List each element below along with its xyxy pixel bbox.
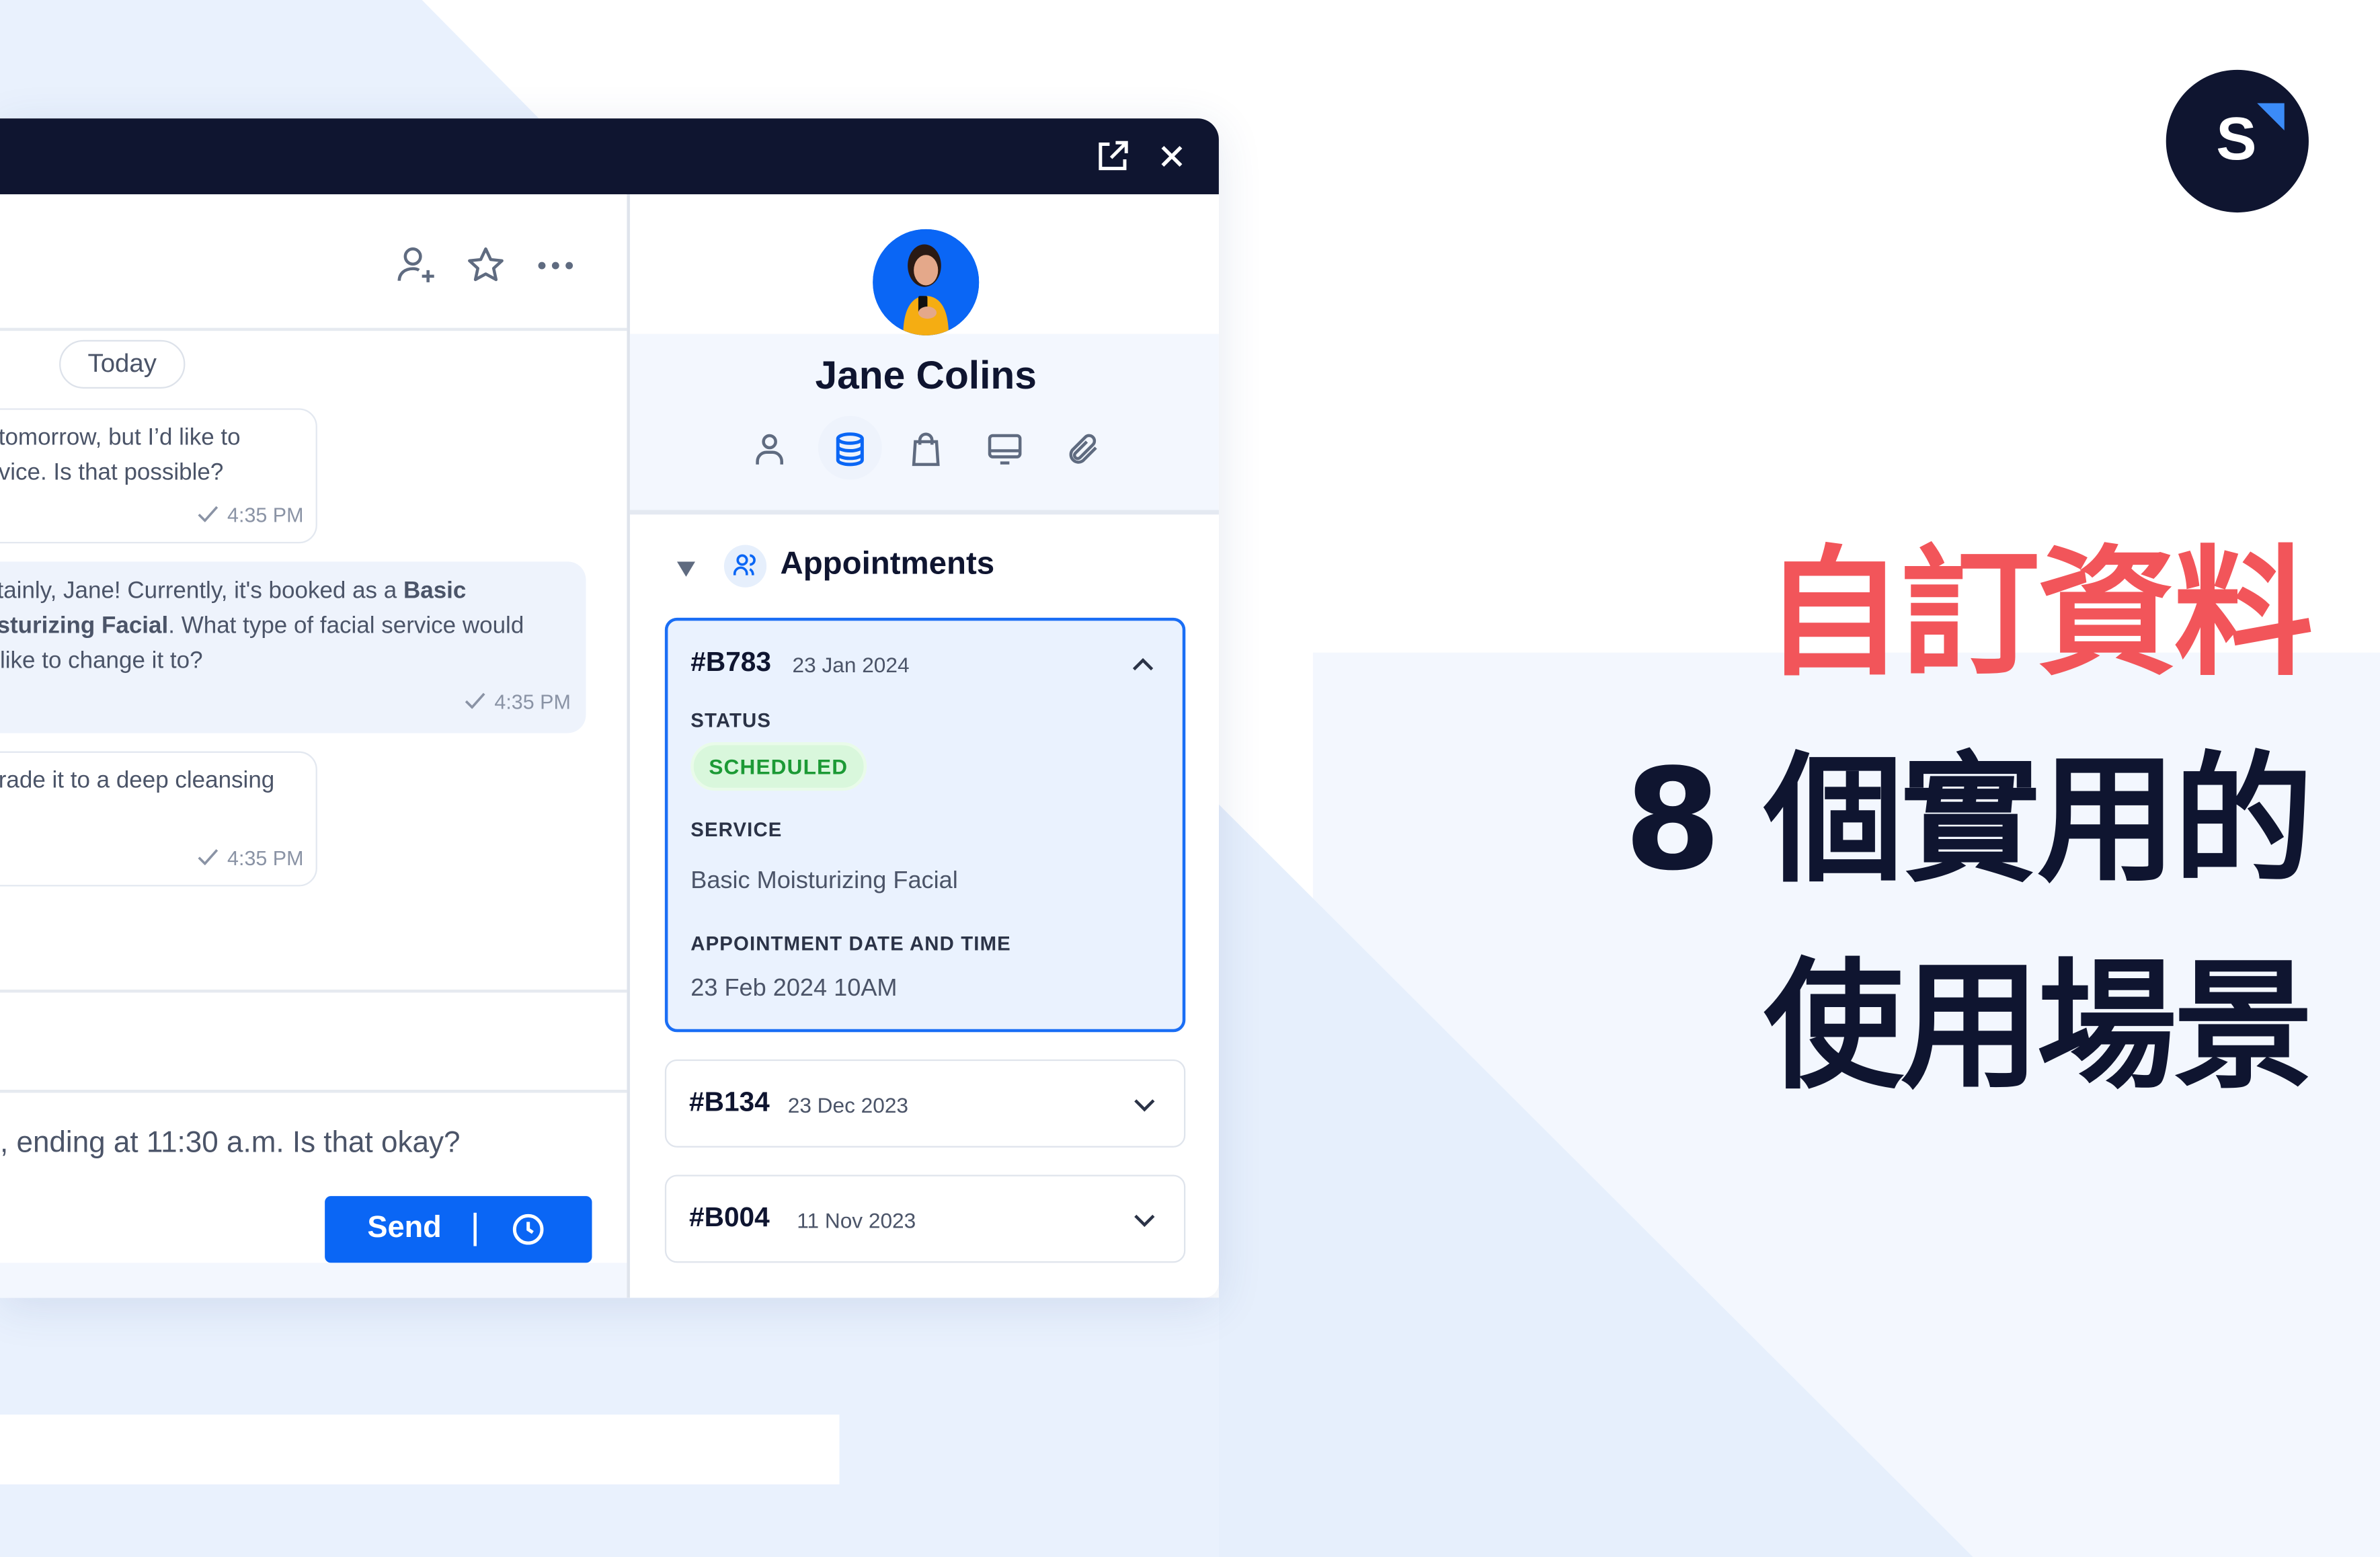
monitor-icon[interactable] bbox=[987, 431, 1023, 467]
avatar bbox=[873, 229, 980, 335]
appointment-date: 23 Dec 2023 bbox=[787, 1092, 909, 1117]
headline-line2: 8 個實用的 bbox=[1624, 739, 2313, 902]
divider bbox=[629, 510, 1219, 515]
appointment-date: 11 Nov 2023 bbox=[797, 1208, 916, 1233]
appointment-card[interactable]: #B004 11 Nov 2023 bbox=[664, 1174, 1186, 1263]
collapse-triangle-icon[interactable] bbox=[676, 561, 696, 577]
logo-letter: S bbox=[2216, 106, 2257, 173]
appointment-date: 23 Jan 2024 bbox=[792, 652, 910, 677]
appointment-id: #B134 bbox=[688, 1086, 770, 1117]
composer-input[interactable]: , ending at 11:30 a.m. Is that okay? bbox=[0, 1126, 460, 1161]
paperclip-icon[interactable] bbox=[1066, 431, 1102, 467]
message-text: vice. Is that possible? bbox=[0, 460, 224, 486]
more-icon[interactable] bbox=[534, 244, 577, 286]
message-bubble: rade it to a deep cleansing 4:35 PM bbox=[0, 751, 317, 887]
message-time: 4:35 PM bbox=[197, 498, 304, 533]
message-bubble: tomorrow, but I’d like to vice. Is that … bbox=[0, 408, 317, 544]
button-separator bbox=[473, 1212, 477, 1246]
star-icon[interactable] bbox=[465, 244, 507, 286]
message-time: 4:35 PM bbox=[464, 684, 571, 719]
appointments-title: Appointments bbox=[780, 546, 995, 582]
chevron-up-icon[interactable] bbox=[1131, 653, 1155, 677]
message-text: rade it to a deep cleansing bbox=[0, 768, 275, 794]
status-badge: SCHEDULED bbox=[690, 742, 867, 791]
message-bubble: tainly, Jane! Currently, it's booked as … bbox=[0, 561, 586, 733]
appointment-card-expanded[interactable]: #B783 23 Jan 2024 STATUS SCHEDULED SERVI… bbox=[664, 617, 1186, 1033]
appointments-icon-wrap bbox=[723, 545, 767, 588]
logo-triangle bbox=[2257, 103, 2285, 131]
headline-line3: 使用場景 bbox=[1763, 945, 2313, 1109]
users-icon bbox=[733, 554, 756, 575]
brand-logo: S bbox=[2166, 69, 2309, 213]
person-icon[interactable] bbox=[752, 431, 788, 467]
message-time: 4:35 PM bbox=[197, 841, 304, 876]
conversation-panel: Today tomorrow, but I’d like to vice. Is… bbox=[0, 194, 627, 1298]
service-label: SERVICE bbox=[690, 817, 783, 841]
datetime-value: 23 Feb 2024 10AM bbox=[690, 975, 898, 1002]
check-icon bbox=[465, 692, 485, 709]
appointment-id: #B004 bbox=[688, 1202, 770, 1233]
customer-name: Jane Colins bbox=[815, 352, 1037, 398]
close-icon[interactable] bbox=[1154, 138, 1190, 174]
check-icon bbox=[197, 849, 218, 866]
appointment-id: #B783 bbox=[690, 646, 772, 677]
avatar-photo bbox=[873, 229, 980, 335]
datetime-label: APPOINTMENT DATE AND TIME bbox=[690, 932, 1011, 955]
send-button[interactable]: Send bbox=[325, 1196, 592, 1263]
window-header bbox=[0, 118, 1219, 194]
message-text: like to change it to? bbox=[0, 648, 203, 674]
shopping-bag-icon[interactable] bbox=[908, 431, 944, 467]
chevron-down-icon[interactable] bbox=[1132, 1208, 1156, 1232]
message-text: tainly, Jane! Currently, it's booked as … bbox=[0, 578, 467, 604]
check-icon bbox=[197, 506, 218, 523]
schedule-clock-icon[interactable] bbox=[512, 1213, 545, 1246]
message-text: sturizing Facial. What type of facial se… bbox=[0, 613, 524, 639]
divider bbox=[0, 1090, 627, 1093]
chat-window: Today tomorrow, but I’d like to vice. Is… bbox=[0, 118, 1219, 1298]
composer-footer bbox=[0, 1263, 627, 1298]
divider bbox=[0, 990, 627, 993]
chevron-down-icon[interactable] bbox=[1132, 1093, 1156, 1117]
customer-profile-panel: Jane Colins Appointments #B783 23 Jan 20… bbox=[627, 194, 1219, 1298]
send-label: Send bbox=[367, 1211, 442, 1245]
message-text: tomorrow, but I’d like to bbox=[0, 425, 241, 451]
database-icon[interactable] bbox=[832, 431, 868, 467]
date-divider: Today bbox=[59, 340, 186, 389]
headline-line1: 自訂資料 bbox=[1763, 532, 2313, 696]
add-user-icon[interactable] bbox=[396, 244, 438, 286]
divider bbox=[0, 327, 627, 331]
status-label: STATUS bbox=[690, 709, 772, 732]
appointment-card[interactable]: #B134 23 Dec 2023 bbox=[664, 1059, 1186, 1148]
service-value: Basic Moisturizing Facial bbox=[690, 868, 958, 894]
external-link-icon[interactable] bbox=[1095, 138, 1131, 174]
